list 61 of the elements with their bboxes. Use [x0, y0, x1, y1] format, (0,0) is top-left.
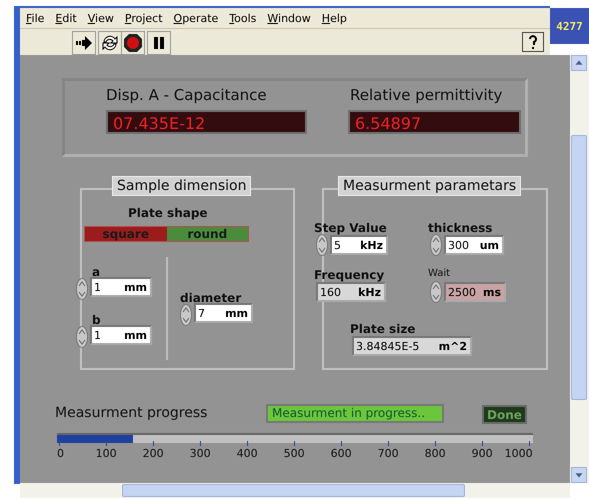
spinner-icon[interactable] — [316, 234, 328, 256]
scale-label: 1000 — [504, 447, 533, 460]
switch-option[interactable]: round — [166, 227, 248, 241]
menu-item[interactable]: Operate — [174, 12, 218, 24]
control-label: Plate shape — [128, 206, 208, 220]
instance-badge: 4277 — [550, 8, 589, 44]
group-title: Measurment parametars — [338, 176, 522, 196]
help-icon[interactable] — [522, 32, 544, 52]
scroll-down-button[interactable] — [571, 467, 587, 483]
group-title: Sample dimension — [112, 176, 252, 196]
menu-item[interactable]: File — [26, 12, 44, 24]
scale-label: 400 — [236, 447, 258, 460]
control-label: Wait — [428, 268, 450, 279]
scale-label: 900 — [472, 447, 493, 460]
numeric-field[interactable]: 300 um — [444, 235, 504, 255]
control-label: Step Value — [314, 221, 387, 235]
menu-item[interactable]: Window — [267, 12, 311, 24]
spinner-icon[interactable] — [430, 281, 442, 303]
control-label: diameter — [180, 291, 242, 305]
display-label: Disp. A - Capacitance — [106, 86, 267, 104]
pause-icon[interactable] — [147, 31, 171, 55]
progress-label: Measurment progress — [55, 405, 208, 421]
done-led: Done — [482, 405, 527, 424]
control-label: thickness — [428, 221, 492, 235]
menu-item[interactable]: Tools — [229, 12, 256, 24]
scale-label: 700 — [378, 447, 399, 460]
display-label: Relative permittivity — [350, 86, 502, 104]
run-continuously-icon[interactable] — [98, 31, 122, 55]
numeric-field[interactable]: 1 mm — [90, 325, 152, 345]
scale-label: 800 — [424, 447, 446, 460]
control-label: Frequency — [314, 268, 384, 282]
horizontal-scrollbar[interactable] — [20, 483, 570, 498]
menu-item[interactable]: Help — [322, 12, 347, 24]
numeric-display: 07.435E-12 — [106, 110, 307, 134]
control-label: Plate size — [350, 322, 416, 336]
menu-item[interactable]: Project — [124, 12, 163, 24]
spinner-icon[interactable] — [180, 304, 192, 326]
control-label: a — [92, 265, 100, 279]
vertical-scrollbar[interactable] — [570, 55, 589, 483]
numeric-display: 6.54897 — [348, 110, 521, 134]
numeric-field: 160 kHz — [316, 282, 386, 302]
scale-label: 500 — [284, 447, 305, 460]
scale-label: 200 — [142, 447, 164, 460]
scale-label: 0 — [57, 447, 64, 460]
spinner-icon[interactable] — [76, 326, 88, 348]
spinner-icon[interactable] — [76, 278, 88, 300]
numeric-field[interactable]: 7 mm — [194, 303, 253, 323]
numeric-field: 3.84845E-5 m^2 — [352, 336, 472, 356]
spinner-icon[interactable] — [430, 234, 442, 256]
numeric-field[interactable]: 2500 ms — [444, 282, 506, 302]
scale-label: 600 — [330, 447, 352, 460]
scroll-up-button[interactable] — [571, 55, 587, 71]
scale-label: 300 — [190, 447, 211, 460]
numeric-field[interactable]: 1 mm — [90, 277, 152, 297]
scale-label: 100 — [96, 447, 117, 460]
stop-icon[interactable] — [121, 31, 145, 55]
control-label: b — [92, 313, 101, 327]
menu-item[interactable]: Edit — [55, 12, 77, 24]
menu-item[interactable]: View — [88, 12, 114, 24]
status-indicator: Measurment in progress.. — [266, 404, 444, 423]
numeric-field[interactable]: 5 kHz — [330, 235, 388, 255]
